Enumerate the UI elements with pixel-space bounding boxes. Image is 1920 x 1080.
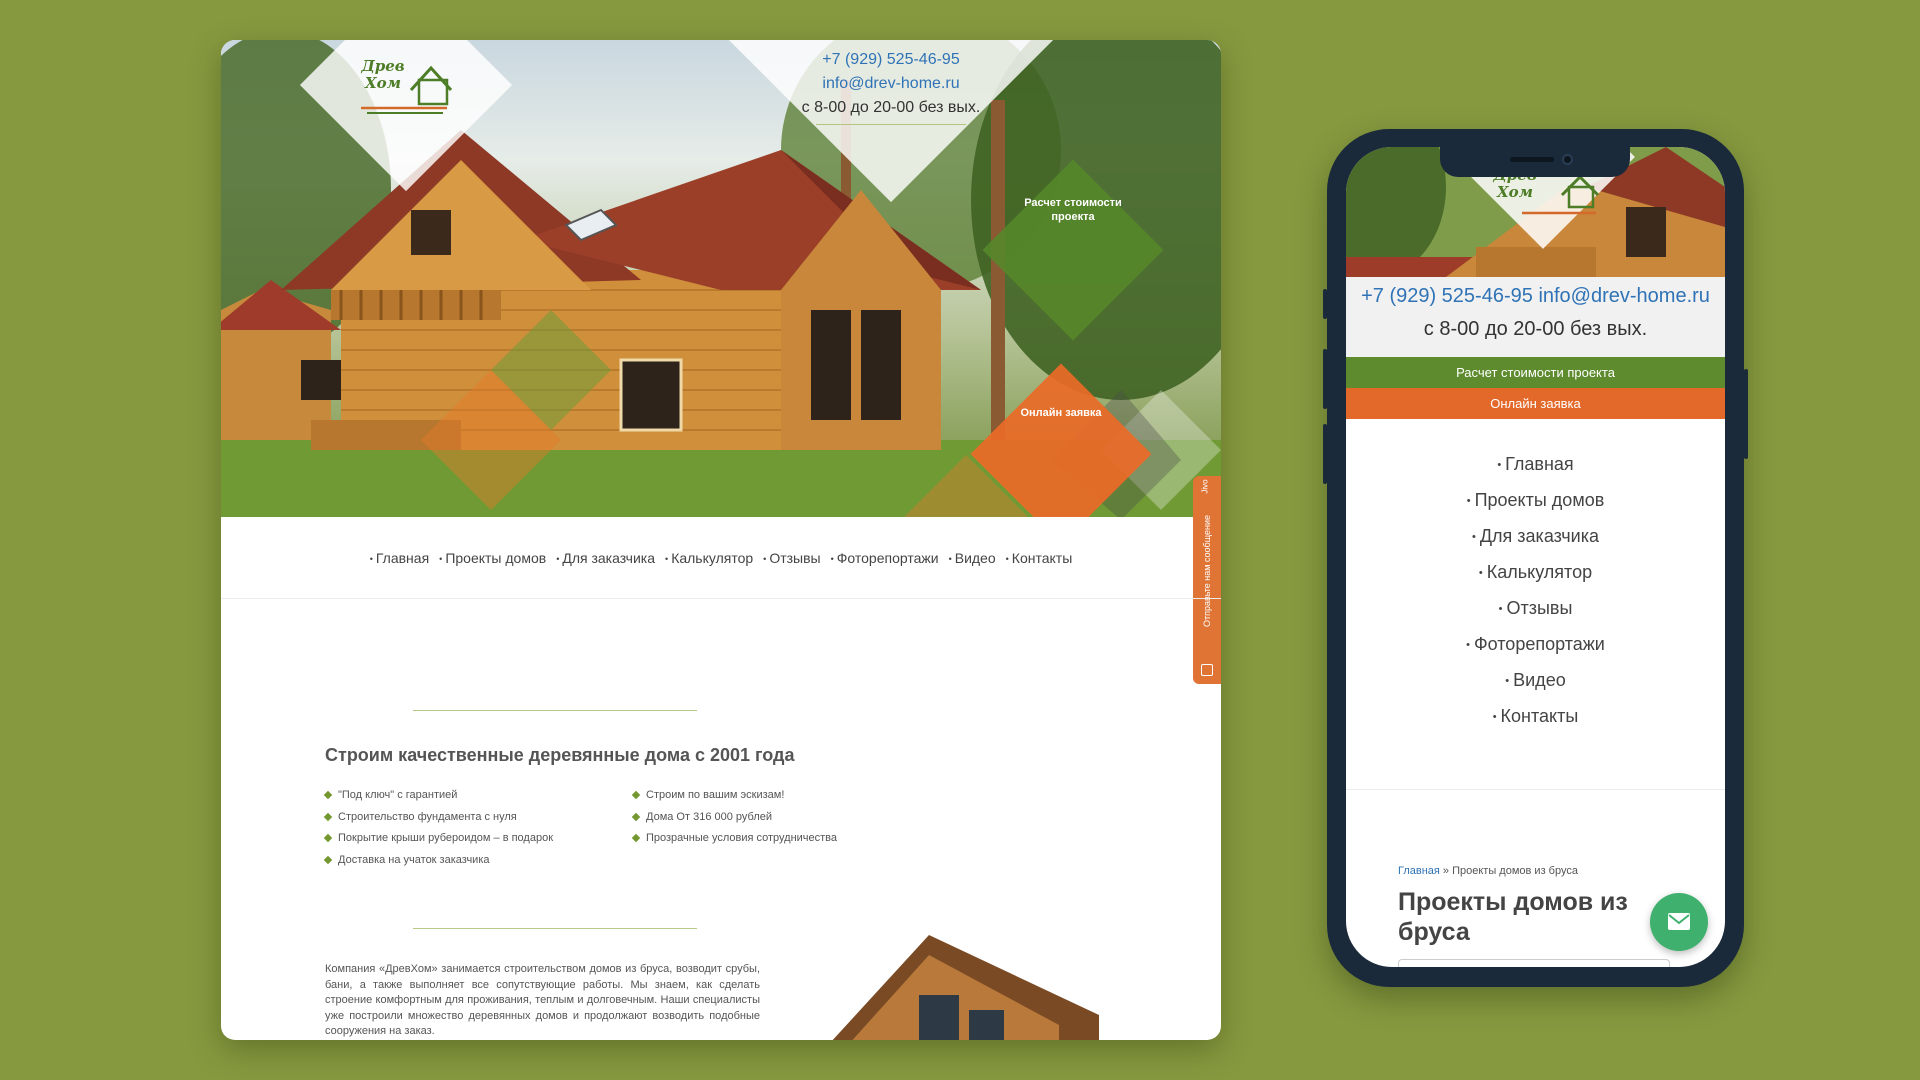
mobile-nav-item-calculator[interactable]: Калькулятор	[1346, 555, 1725, 591]
feature-item: Покрытие крыши рубероидом – в подарок	[325, 828, 553, 850]
hero-banner: Древ Хом +7 (929) 525-46-95 info@drev-ho…	[221, 40, 1221, 517]
feedback-tab-brand: Jivo	[1200, 479, 1210, 494]
desktop-mockup: Древ Хом +7 (929) 525-46-95 info@drev-ho…	[221, 40, 1221, 1040]
nav-item-projects[interactable]: Проекты домов	[439, 550, 546, 566]
breadcrumb: Главная » Проекты домов из бруса	[1398, 865, 1578, 877]
feature-item: Дома От 316 000 рублей	[633, 807, 837, 829]
section-divider-bottom	[413, 928, 697, 929]
mobile-phone[interactable]: +7 (929) 525-46-95	[1361, 285, 1533, 307]
mobile-nav-item-contacts[interactable]: Контакты	[1346, 699, 1725, 735]
logo-house-icon	[361, 65, 453, 114]
mobile-nav-item-video[interactable]: Видео	[1346, 663, 1725, 699]
mobile-nav-item-photo-reports[interactable]: Фоторепортажи	[1346, 627, 1725, 663]
mobile-main-nav: Главная Проекты домов Для заказчика Каль…	[1346, 447, 1725, 735]
feature-item: Строим по вашим эскизам!	[633, 785, 837, 807]
mobile-hours: с 8-00 до 20-00 без вых.	[1423, 318, 1648, 340]
camera-icon	[1562, 154, 1573, 165]
phone-button	[1323, 424, 1327, 484]
house-photo	[832, 935, 1099, 1040]
feature-item: Прозрачные условия сотрудничества	[633, 828, 837, 850]
speaker-icon	[1510, 157, 1554, 162]
mobile-logo-house-icon	[1522, 174, 1600, 215]
nav-item-reviews[interactable]: Отзывы	[763, 550, 820, 566]
breadcrumb-current: Проекты домов из бруса	[1452, 865, 1578, 877]
section-divider-top	[413, 710, 697, 711]
nav-item-home[interactable]: Главная	[370, 550, 429, 566]
mobile-contacts: +7 (929) 525-46-95 info@drev-home.ru с 8…	[1346, 277, 1725, 357]
about-paragraph: Компания «ДревХом» занимается строительс…	[325, 963, 760, 1037]
mobile-nav-item-reviews[interactable]: Отзывы	[1346, 591, 1725, 627]
header-email[interactable]: info@drev-home.ru	[721, 72, 1061, 96]
message-fab-button[interactable]	[1650, 893, 1708, 951]
breadcrumb-separator: »	[1439, 865, 1453, 877]
mobile-email[interactable]: info@drev-home.ru	[1538, 285, 1709, 307]
mobile-divider	[1346, 789, 1725, 790]
nav-item-photo-reports[interactable]: Фоторепортажи	[831, 550, 939, 566]
mobile-content-box	[1398, 959, 1670, 967]
online-request-label[interactable]: Онлайн заявка	[996, 406, 1126, 420]
feature-item: Доставка на учаток заказчика	[325, 850, 553, 872]
mail-icon	[1668, 913, 1690, 930]
mobile-contact-line: +7 (929) 525-46-95 info@drev-home.ru	[1346, 277, 1725, 308]
calc-cost-label[interactable]: Расчет стоимости проекта	[1008, 196, 1138, 224]
mobile-calc-cost-button[interactable]: Расчет стоимости проекта	[1346, 357, 1725, 388]
nav-item-for-customer[interactable]: Для заказчика	[556, 550, 655, 566]
features-list-right: Строим по вашим эскизам! Дома От 316 000…	[633, 785, 837, 850]
features-list-left: "Под ключ" с гарантией Строительство фун…	[325, 785, 553, 871]
breadcrumb-home[interactable]: Главная	[1398, 865, 1440, 877]
header-phone[interactable]: +7 (929) 525-46-95	[721, 48, 1061, 72]
phone-mockup: Древ Хом +7 (929) 525-46-95 info@drev-ho…	[1323, 129, 1748, 987]
page-title: Проекты домов из бруса	[1398, 888, 1628, 946]
header-hours: с 8-00 до 20-00 без вых.	[801, 99, 981, 116]
phone-button	[1323, 289, 1327, 319]
phone-button	[1744, 369, 1748, 459]
phone-screen: Древ Хом +7 (929) 525-46-95 info@drev-ho…	[1346, 147, 1725, 967]
mobile-nav-item-home[interactable]: Главная	[1346, 447, 1725, 483]
nav-item-contacts[interactable]: Контакты	[1006, 550, 1072, 566]
section-heading: Строим качественные деревянные дома с 20…	[325, 745, 795, 765]
contacts-divider	[816, 124, 966, 125]
desktop-main-nav: Главная Проекты домов Для заказчика Каль…	[221, 517, 1221, 599]
feature-item: Строительство фундамента с нуля	[325, 807, 553, 829]
phone-button	[1323, 349, 1327, 409]
mobile-nav-item-for-customer[interactable]: Для заказчика	[1346, 519, 1725, 555]
mobile-online-request-button[interactable]: Онлайн заявка	[1346, 388, 1725, 419]
message-icon	[1201, 664, 1213, 676]
nav-item-calculator[interactable]: Калькулятор	[665, 550, 753, 566]
phone-notch	[1440, 147, 1630, 177]
nav-item-video[interactable]: Видео	[949, 550, 996, 566]
header-contacts: +7 (929) 525-46-95 info@drev-home.ru с 8…	[721, 48, 1061, 125]
mobile-nav-item-projects[interactable]: Проекты домов	[1346, 483, 1725, 519]
feature-item: "Под ключ" с гарантией	[325, 785, 553, 807]
site-logo[interactable]: Древ Хом	[353, 48, 463, 118]
